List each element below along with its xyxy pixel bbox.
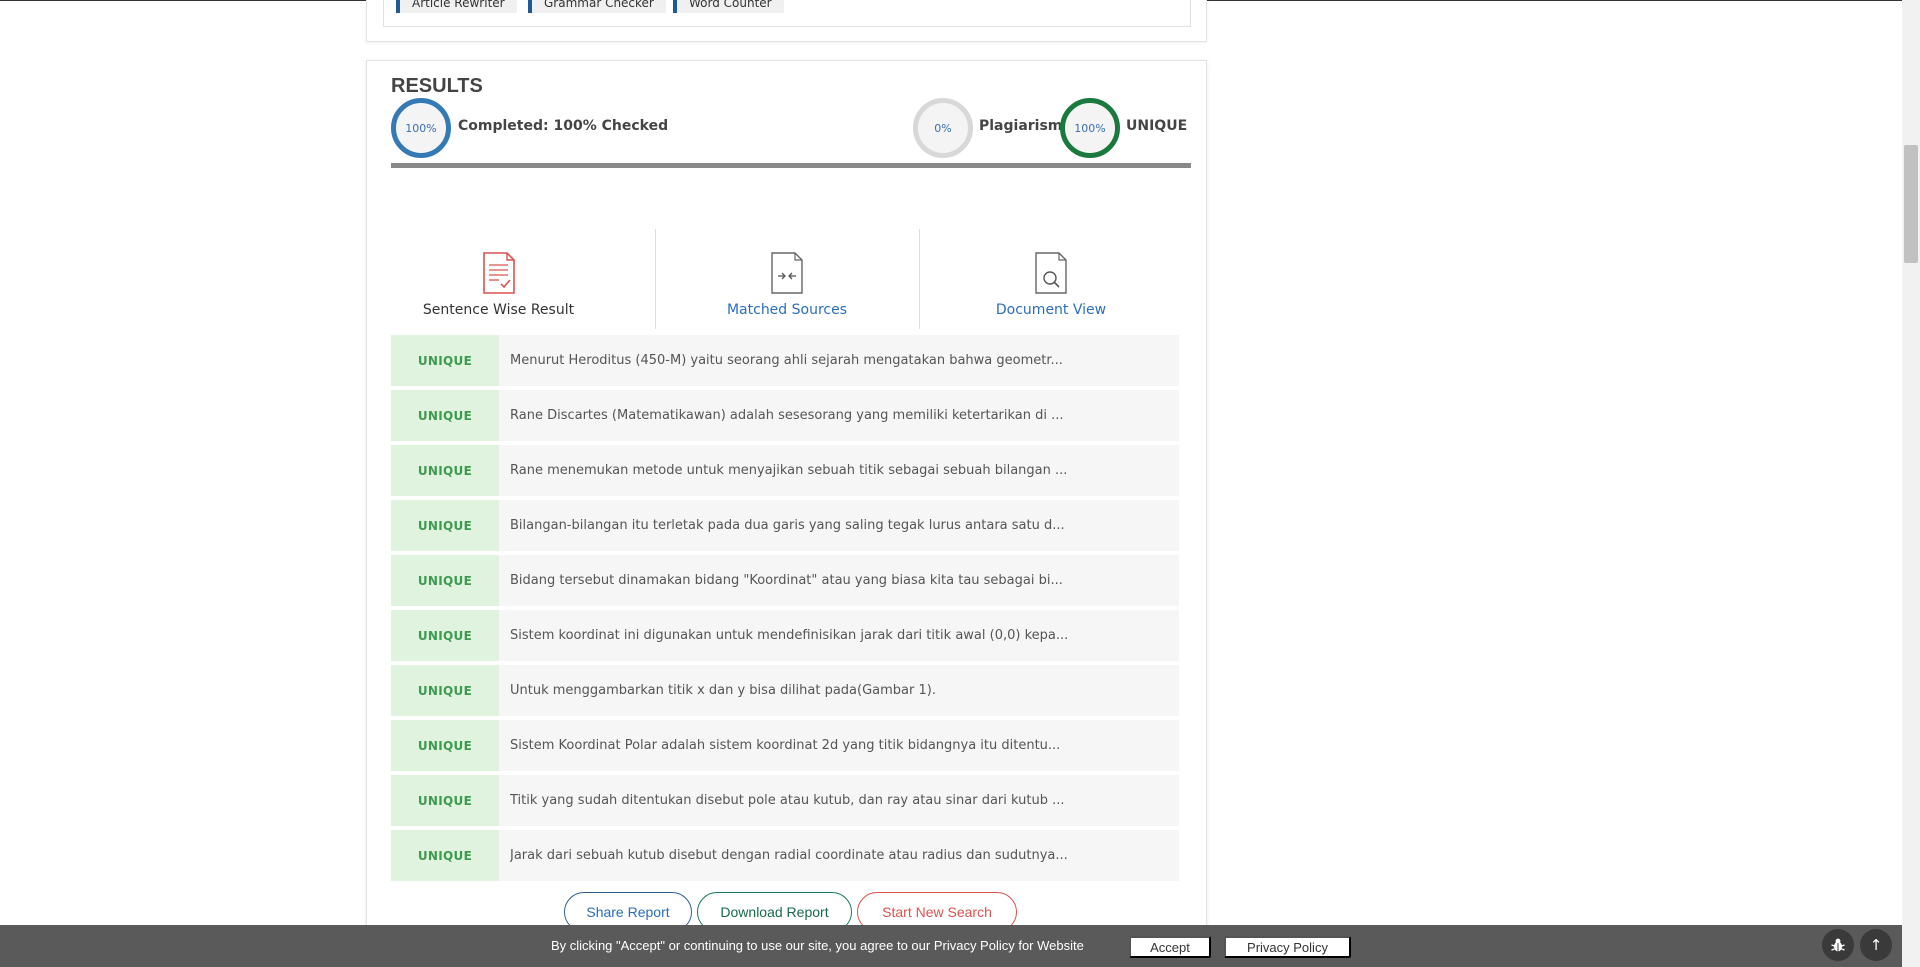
unique-label: UNIQUE xyxy=(1126,118,1188,134)
sentence-text: Menurut Heroditus (450-M) yaitu seorang … xyxy=(510,353,1063,368)
cookie-consent-text: By clicking "Accept" or continuing to us… xyxy=(551,938,1084,953)
result-row[interactable]: UNIQUE Rane menemukan metode untuk menyaj… xyxy=(391,445,1179,496)
document-compare-icon xyxy=(765,251,807,295)
status-badge: UNIQUE xyxy=(391,720,499,771)
sentence-results-list: UNIQUE Menurut Heroditus (450-M) yaitu se… xyxy=(391,335,1179,885)
cookie-consent-bar: By clicking "Accept" or continuing to us… xyxy=(0,925,1902,967)
sentence-text: Titik yang sudah ditentukan disebut pole… xyxy=(510,793,1065,808)
progress-bar-fill xyxy=(391,163,1191,168)
plagiarism-ring: 0% xyxy=(913,98,973,158)
accept-cookies-button[interactable]: Accept xyxy=(1129,936,1211,958)
bug-icon[interactable] xyxy=(1822,929,1854,961)
tab-label: Sentence Wise Result xyxy=(422,302,575,318)
result-row[interactable]: UNIQUE Bilangan-bilangan itu terletak pad… xyxy=(391,500,1179,551)
result-row[interactable]: UNIQUE Untuk menggambarkan titik x dan y … xyxy=(391,665,1179,716)
result-row[interactable]: UNIQUE Sistem koordinat ini digunakan unt… xyxy=(391,610,1179,661)
tab-document-view[interactable]: Document View xyxy=(919,231,1183,336)
plagiarism-label: Plagiarism xyxy=(979,118,1063,134)
tool-link-word-counter[interactable]: Word Counter xyxy=(673,0,784,13)
status-badge: UNIQUE xyxy=(391,445,499,496)
result-row[interactable]: UNIQUE Menurut Heroditus (450-M) yaitu se… xyxy=(391,335,1179,386)
result-row[interactable]: UNIQUE Jarak dari sebuah kutub disebut de… xyxy=(391,830,1179,881)
sentence-text: Untuk menggambarkan titik x dan y bisa d… xyxy=(510,683,936,698)
scroll-to-top-button[interactable]: ↑ xyxy=(1860,929,1892,961)
result-row[interactable]: UNIQUE Rane Discartes (Matematikawan) ada… xyxy=(391,390,1179,441)
sentence-text: Sistem koordinat ini digunakan untuk men… xyxy=(510,628,1069,643)
results-title: RESULTS xyxy=(391,75,483,97)
sentence-text: Sistem Koordinat Polar adalah sistem koo… xyxy=(510,738,1061,753)
sentence-text: Rane Discartes (Matematikawan) adalah se… xyxy=(510,408,1064,423)
status-badge: UNIQUE xyxy=(391,610,499,661)
result-row[interactable]: UNIQUE Bidang tersebut dinamakan bidang "… xyxy=(391,555,1179,606)
completed-ring-value: 100% xyxy=(405,121,437,135)
arrow-up-icon: ↑ xyxy=(1869,936,1883,954)
tools-links-container: Article Rewriter Grammar Checker Word Co… xyxy=(383,0,1191,27)
status-badge: UNIQUE xyxy=(391,335,499,386)
scrollbar-thumb[interactable] xyxy=(1904,145,1918,263)
result-row[interactable]: UNIQUE Sistem Koordinat Polar adalah sist… xyxy=(391,720,1179,771)
progress-bar xyxy=(391,163,1191,168)
sentence-text: Bilangan-bilangan itu terletak pada dua … xyxy=(510,518,1065,533)
plagiarism-ring-value: 0% xyxy=(934,121,952,135)
status-badge: UNIQUE xyxy=(391,775,499,826)
status-badge: UNIQUE xyxy=(391,830,499,881)
tab-matched-sources[interactable]: Matched Sources xyxy=(655,231,919,336)
status-badge: UNIQUE xyxy=(391,665,499,716)
unique-ring: 100% xyxy=(1060,98,1120,158)
completed-label: Completed: 100% Checked xyxy=(458,118,669,134)
tools-card: Article Rewriter Grammar Checker Word Co… xyxy=(366,0,1207,42)
privacy-policy-button[interactable]: Privacy Policy xyxy=(1224,936,1351,958)
completed-ring: 100% xyxy=(391,98,451,158)
unique-ring-value: 100% xyxy=(1074,121,1106,135)
tab-sentence-wise-result[interactable]: Sentence Wise Result xyxy=(367,231,630,336)
document-check-icon xyxy=(477,251,519,295)
result-row[interactable]: UNIQUE Titik yang sudah ditentukan disebu… xyxy=(391,775,1179,826)
status-badge: UNIQUE xyxy=(391,500,499,551)
status-badge: UNIQUE xyxy=(391,555,499,606)
tool-link-grammar-checker[interactable]: Grammar Checker xyxy=(528,0,666,13)
sentence-text: Rane menemukan metode untuk menyajikan s… xyxy=(510,463,1068,478)
status-badge: UNIQUE xyxy=(391,390,499,441)
results-card: RESULTS 100% Completed: 100% Checked 0% … xyxy=(366,60,1207,967)
sentence-text: Jarak dari sebuah kutub disebut dengan r… xyxy=(510,848,1068,863)
tab-label: Matched Sources xyxy=(726,302,848,318)
page-scrollbar[interactable] xyxy=(1902,0,1920,967)
sentence-text: Bidang tersebut dinamakan bidang "Koordi… xyxy=(510,573,1063,588)
tool-link-article-rewriter[interactable]: Article Rewriter xyxy=(396,0,517,13)
document-search-icon xyxy=(1029,251,1071,295)
tab-label: Document View xyxy=(995,302,1107,318)
